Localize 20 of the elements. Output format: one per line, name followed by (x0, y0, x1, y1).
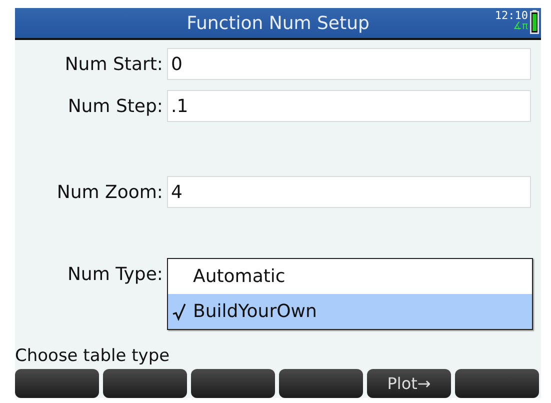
soft-key[interactable]: Plot→ (367, 369, 451, 398)
dropdown-option[interactable]: Automatic (168, 259, 532, 294)
blank-soft-key[interactable] (455, 369, 539, 398)
blank-soft-key[interactable] (191, 369, 275, 398)
window-title: Function Num Setup (186, 12, 370, 34)
blank-soft-key[interactable] (15, 369, 99, 398)
angle-mode-indicator: ∡π (513, 21, 528, 32)
field-label: Num Zoom: (56, 182, 164, 202)
field-label: Num Step: (66, 96, 164, 116)
field-label: Num Type: (66, 264, 164, 285)
field-label: Num Start: (64, 54, 164, 74)
input-field[interactable]: 4 (167, 176, 531, 208)
blank-soft-key[interactable] (279, 369, 363, 398)
blank-soft-key[interactable] (103, 369, 187, 398)
input-field[interactable]: 0 (167, 48, 531, 80)
clock-time: 12:10 (494, 10, 528, 21)
input-field[interactable]: .1 (167, 90, 531, 122)
check-icon (172, 302, 186, 320)
dropdown-option[interactable]: BuildYourOwn (168, 294, 532, 329)
help-text: Choose table type (15, 346, 171, 366)
